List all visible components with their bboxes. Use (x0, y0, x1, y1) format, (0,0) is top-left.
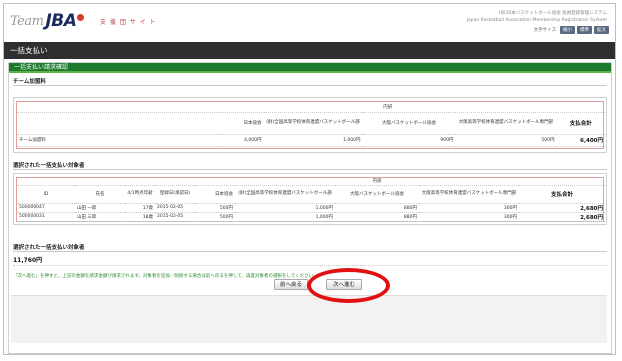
divider (13, 265, 607, 266)
organization-name-en: Japan Basketball Association Membership … (466, 18, 607, 23)
member-hs-fed-fee: 1,000円 (235, 203, 335, 213)
member-reg-date: 2015-02-05 (155, 203, 195, 213)
team-fee-col-osaka-hs: 大阪高等学校体育連盟バスケットボール専門部 (455, 112, 557, 135)
team-fee-heading: チーム加盟料 (13, 79, 46, 85)
team-fee-table-frame: 内訳 日本協会 (財)全国高等学校体育連盟バスケットボール部 大阪バスケットボー… (16, 101, 605, 149)
divider (13, 85, 607, 86)
member-osaka-hs-fee: 300円 (419, 212, 519, 222)
members-col-name: 氏名 (75, 185, 125, 204)
members-col-osaka: 大阪バスケットボール協会 (335, 185, 419, 204)
logo-team-text: Team (10, 13, 44, 29)
members-col-age: 4/1時点年齢 (125, 185, 155, 204)
team-fee-row-label: チーム加盟料 (17, 134, 220, 147)
member-id: 500000047 (17, 203, 75, 213)
site-name: 支 援 団 サ イ ト (100, 19, 157, 26)
team-fee-col-hs-fed: (財)全国高等学校体育連盟バスケットボール部 (263, 112, 363, 135)
team-fee-osaka-value: 900円 (362, 134, 456, 147)
organization-name-jp: (財)日本バスケットボール協会 会員登録管理システム (498, 11, 607, 16)
members-col-total: 支払合計 (519, 185, 605, 204)
team-fee-hs-fed-value: 1,000円 (263, 134, 363, 147)
team-fee-col-jba: 日本協会 (219, 112, 264, 135)
section-title-bar: 一括支払い請求確認 (9, 63, 611, 73)
member-reg-date: 2015-02-05 (155, 212, 195, 222)
members-col-osaka-hs: 大阪高等学校体育連盟バスケットボール専門部 (419, 185, 519, 204)
team-fee-total-value: 6,400円 (556, 134, 605, 147)
app-window: Team JBA 支 援 団 サ イ ト (財)日本バスケットボール協会 会員登… (3, 3, 616, 355)
table-row: 500000031 山田 三郎 18歳 2015-02-05 500円 1,00… (17, 212, 605, 222)
total-heading: 選択された一括支払い対象者 (13, 245, 85, 251)
member-hs-fed-fee: 1,000円 (235, 212, 335, 222)
members-col-reg-date: 登録日(承認日) (155, 185, 195, 204)
member-total-fee: 2,680円 (519, 212, 605, 222)
member-osaka-hs-fee: 300円 (419, 203, 519, 213)
table-row: チーム加盟料 4,000円 1,000円 900円 500円 6,400円 (17, 134, 605, 147)
team-fee-osaka-hs-value: 500円 (455, 134, 557, 147)
font-size-small-button[interactable]: 縮小 (560, 26, 575, 34)
table-row: 500000047 山田 一郎 17歳 2015-02-05 500円 1,00… (17, 203, 605, 213)
page-title: 一括支払い (4, 42, 615, 59)
font-size-large-button[interactable]: 拡大 (594, 26, 609, 34)
members-table: 内訳 ID 氏名 4/1時点年齢 登録日(承認日) 日本協会 (財)全国高等学校… (17, 178, 605, 222)
divider (13, 251, 607, 252)
members-col-hs-fed: (財)全国高等学校体育連盟バスケットボール部 (235, 185, 335, 204)
font-size-normal-button[interactable]: 標準 (577, 26, 592, 34)
logo-dot-icon (77, 13, 85, 21)
members-col-id: ID (17, 185, 75, 204)
team-fee-jba-value: 4,000円 (219, 134, 264, 147)
team-fee-breakdown-header: 内訳 (219, 102, 557, 113)
member-age: 17歳 (125, 203, 155, 213)
back-button[interactable]: 前へ戻る (274, 279, 308, 290)
logo-jba-text: JBA (45, 11, 77, 31)
button-area (11, 295, 607, 343)
main-content: 一括支払い請求確認 チーム加盟料 内訳 日本協会 (財)全国高等学校体育連盟バス… (8, 62, 612, 354)
member-name: 山田 三郎 (75, 212, 125, 222)
members-table-frame: 内訳 ID 氏名 4/1時点年齢 登録日(承認日) 日本協会 (財)全国高等学校… (16, 177, 605, 222)
member-osaka-fee: 880円 (335, 212, 419, 222)
confirmation-note: 「次へ進む」を押すと、上記の金額を請求金額が請求されます。対象者を追加／削除する… (13, 274, 318, 279)
team-jba-logo[interactable]: Team JBA (10, 10, 85, 32)
site-header: Team JBA 支 援 団 サ イ ト (財)日本バスケットボール協会 会員登… (4, 4, 615, 40)
members-box: 内訳 ID 氏名 4/1時点年齢 登録日(承認日) 日本協会 (財)全国高等学校… (13, 173, 607, 225)
font-size-controls: 文字サイズ 縮小 標準 拡大 (534, 26, 609, 34)
red-circle-annotation (307, 268, 390, 303)
team-fee-col-total: 支払合計 (556, 112, 605, 135)
member-name: 山田 一郎 (75, 203, 125, 213)
team-fee-table: 内訳 日本協会 (財)全国高等学校体育連盟バスケットボール部 大阪バスケットボー… (17, 102, 605, 147)
font-size-label: 文字サイズ (533, 28, 556, 33)
team-fee-box: 内訳 日本協会 (財)全国高等学校体育連盟バスケットボール部 大阪バスケットボー… (13, 97, 607, 153)
total-amount: 11,760円 (13, 257, 43, 264)
member-jba-fee: 500円 (195, 212, 235, 222)
members-heading: 選択された一括支払い対象者 (13, 163, 85, 169)
team-fee-col-osaka: 大阪バスケットボール協会 (362, 112, 456, 135)
divider (13, 169, 607, 170)
member-osaka-fee: 880円 (335, 203, 419, 213)
members-breakdown-header: 内訳 (235, 178, 519, 186)
organization-name: (財)日本バスケットボール協会 会員登録管理システム Japan Basketb… (467, 10, 607, 24)
members-col-jba: 日本協会 (195, 185, 235, 204)
member-age: 18歳 (125, 212, 155, 222)
member-id: 500000031 (17, 212, 75, 222)
member-jba-fee: 500円 (195, 203, 235, 213)
member-total-fee: 2,680円 (519, 203, 605, 213)
